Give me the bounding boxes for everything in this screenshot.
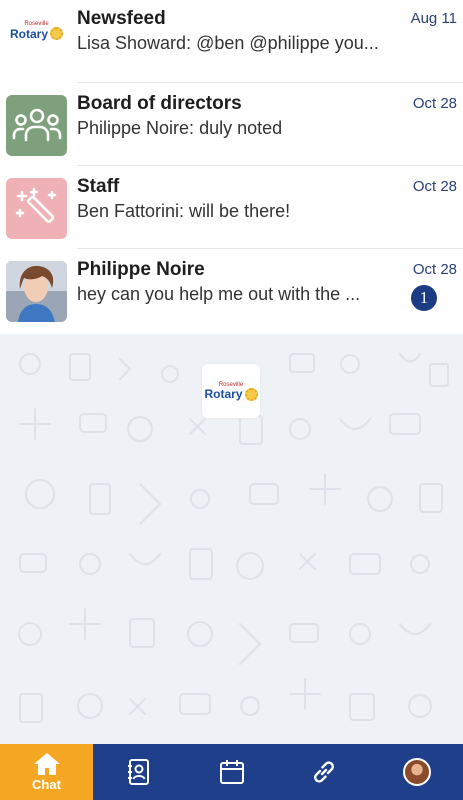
logo-big-text: Rotary: [9, 26, 48, 41]
tab-profile[interactable]: [370, 744, 463, 800]
magic-wand-icon: [6, 178, 67, 239]
contacts-icon: [128, 759, 149, 785]
conversation-title: Board of directors: [77, 93, 242, 114]
conversation-title: Staff: [77, 176, 120, 197]
conversation-preview: Lisa Showard: @ben @philippe you...: [77, 33, 379, 53]
rotary-logo-icon: Roseville Rotary: [6, 0, 67, 61]
tab-links[interactable]: [278, 744, 370, 800]
conversation-list: Roseville Rotary Newsfeed Lisa Showard: …: [0, 0, 463, 334]
conversation-preview: hey can you help me out with the ...: [77, 284, 361, 304]
center-rotary-logo: Roseville Rotary: [202, 364, 260, 418]
conversation-row-philippe[interactable]: Philippe Noire hey can you help me out w…: [0, 249, 463, 332]
bottom-tab-bar: Chat: [0, 744, 463, 800]
conversation-title: Philippe Noire: [77, 259, 205, 280]
conversation-row-staff[interactable]: Staff Ben Fattorini: will be there! Oct …: [0, 166, 463, 249]
logo-big-text: Rotary: [204, 387, 243, 401]
link-icon: [314, 761, 334, 783]
tab-chat[interactable]: Chat: [0, 744, 93, 800]
tab-calendar[interactable]: [185, 744, 278, 800]
unread-badge: 1: [411, 285, 437, 311]
tab-chat-label: Chat: [32, 777, 61, 792]
conversation-row-newsfeed[interactable]: Roseville Rotary Newsfeed Lisa Showard: …: [0, 0, 463, 83]
calendar-icon: [219, 760, 244, 784]
conversation-date: Oct 28: [412, 261, 457, 278]
logo-big: Rotary: [10, 27, 63, 40]
rotary-wheel-icon: [50, 27, 63, 40]
tab-contacts[interactable]: [93, 744, 185, 800]
logo-big: Rotary: [204, 387, 258, 401]
user-photo: [6, 261, 67, 322]
conversation-date: Aug 11: [410, 10, 457, 27]
rotary-wheel-icon: [244, 387, 258, 401]
group-icon: [6, 95, 67, 156]
conversation-date: Oct 28: [412, 95, 457, 112]
conversation-title: Newsfeed: [77, 8, 166, 29]
conversation-preview: Philippe Noire: duly noted: [77, 118, 283, 138]
conversation-preview: Ben Fattorini: will be there!: [77, 201, 291, 221]
profile-avatar: [402, 758, 431, 786]
conversation-date: Oct 28: [412, 178, 457, 195]
home-icon: [33, 753, 60, 775]
conversation-row-board[interactable]: Board of directors Philippe Noire: duly …: [0, 83, 463, 166]
